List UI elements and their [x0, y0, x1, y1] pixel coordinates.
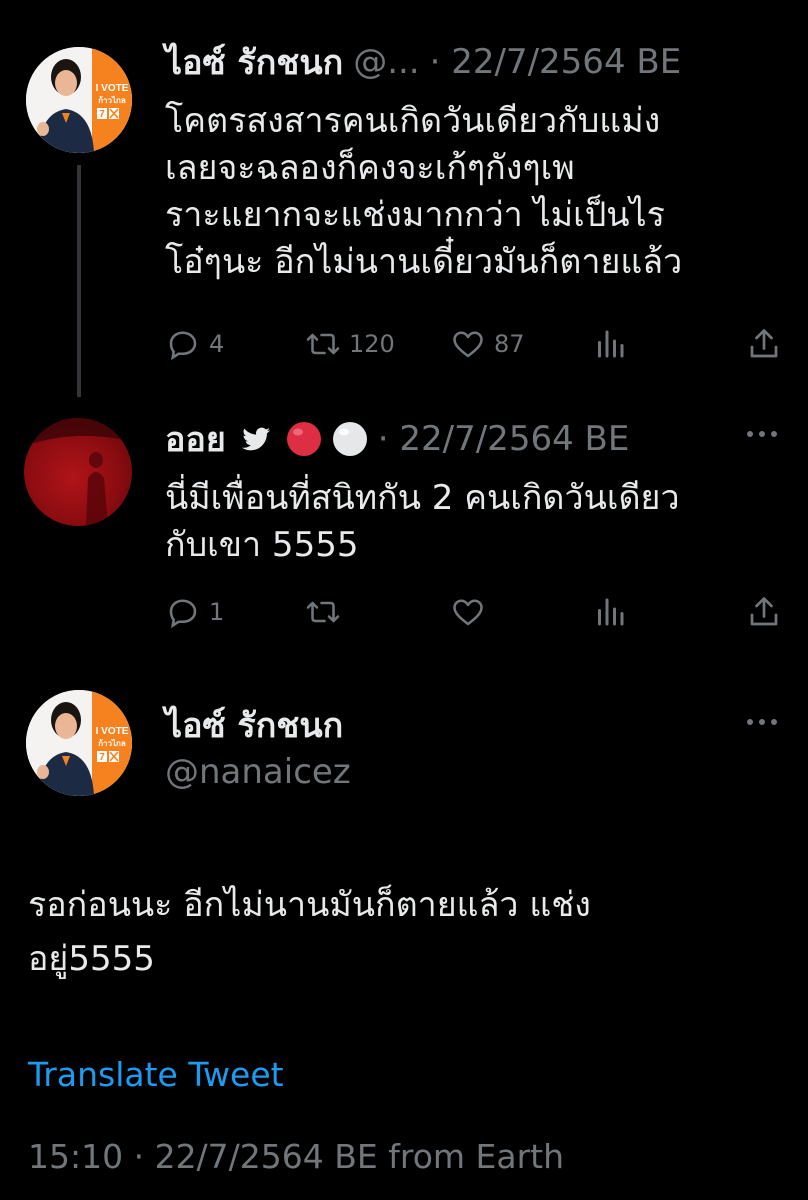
views-icon [598, 598, 624, 626]
tweet-line: โคตรสงสารคนเกิดวันเดียวกับแม่ง [165, 101, 661, 141]
views-button[interactable] [592, 326, 628, 362]
retweet-count: 120 [349, 330, 395, 358]
avatar[interactable]: I VOTE ก้าวไกล 7 [26, 690, 132, 796]
tweet-text: นี่มีเพื่อนที่สนิทกัน 2 คนเกิดวันเดียว ก… [165, 475, 680, 569]
share-icon [750, 329, 778, 358]
avatar-photo: I VOTE ก้าวไกล 7 [26, 47, 132, 153]
like-button[interactable] [450, 594, 486, 630]
like-button[interactable]: 87 [450, 326, 525, 362]
bird-icon [241, 427, 270, 451]
party-number: 7 [99, 109, 105, 120]
retweet-icon [306, 333, 340, 355]
author-name[interactable]: ไอซ์ รักชนก [165, 698, 343, 752]
more-icon [747, 431, 777, 437]
translate-link[interactable]: Translate Tweet [28, 1055, 284, 1094]
avatar[interactable]: I VOTE ก้าวไกล 7 [26, 47, 132, 153]
avatar[interactable] [24, 418, 132, 526]
tweet-line: รอก่อนนะ อีกไม่นานมันก็ตายแล้ว แช่ง [28, 885, 591, 925]
tweet-date[interactable]: · 22/7/2564 BE [430, 42, 682, 82]
author-handle[interactable]: @nanaicez [165, 752, 351, 792]
tweet-line: ราะแยากจะแช่งมากกว่า ไม่เป็นไร [165, 195, 665, 235]
author-name[interactable]: ออย [165, 412, 226, 466]
share-button[interactable] [746, 326, 782, 362]
tweet-text: โคตรสงสารคนเกิดวันเดียวกับแม่ง เลยจะฉลอง… [165, 98, 682, 286]
views-button[interactable] [592, 594, 628, 630]
party-text: ก้าวไกล [98, 95, 126, 105]
party-number: 7 [99, 752, 105, 763]
tweet-line: นี่มีเพื่อนที่สนิทกัน 2 คนเกิดวันเดียว [165, 478, 680, 518]
retweet-button[interactable] [305, 594, 341, 630]
like-icon [453, 599, 483, 626]
red-circle-icon [286, 422, 321, 456]
tweet-line: อยู่5555 [28, 939, 155, 979]
reply-count: 4 [209, 330, 225, 358]
share-button[interactable] [746, 594, 782, 630]
like-icon [453, 331, 483, 358]
thread-line [77, 165, 81, 397]
tweet-date[interactable]: · 22/7/2564 BE [378, 419, 630, 459]
share-icon [750, 597, 778, 626]
author-name[interactable]: ไอซ์ รักชนก [165, 35, 343, 89]
more-button[interactable] [744, 422, 780, 450]
reply-button[interactable]: 4 [165, 326, 224, 362]
tweet-line: เลยจะฉลองก็คงจะเก้ๆกังๆเพ [165, 148, 575, 188]
avatar-photo: I VOTE ก้าวไกล 7 [26, 690, 132, 796]
like-count: 87 [494, 330, 525, 358]
tweet-text: รอก่อนนะ อีกไม่นานมันก็ตายแล้ว แช่ง อยู่… [28, 878, 591, 986]
reply-button[interactable]: 1 [165, 594, 224, 630]
vote-text: I VOTE [96, 83, 129, 94]
party-text: ก้าวไกล [98, 738, 126, 748]
reply-icon [169, 599, 197, 629]
tweet-timestamp: 15:10 · 22/7/2564 BE from Earth [28, 1137, 565, 1176]
vote-text: I VOTE [96, 726, 129, 737]
reply-count: 1 [209, 598, 225, 626]
retweet-icon [306, 601, 340, 623]
more-button[interactable] [744, 710, 780, 738]
reply-icon [169, 331, 197, 361]
more-icon [747, 719, 777, 725]
views-icon [598, 330, 624, 358]
tweet-line: กับเขา 5555 [165, 525, 359, 565]
author-handle[interactable]: @... [353, 42, 419, 82]
white-circle-icon [332, 422, 367, 456]
tweet-line: โอ๋ๆนะ อีกไม่นานเดี๋ยวมันก็ตายแล้ว [165, 242, 683, 282]
avatar-photo [24, 418, 132, 526]
retweet-button[interactable]: 120 [305, 326, 395, 362]
